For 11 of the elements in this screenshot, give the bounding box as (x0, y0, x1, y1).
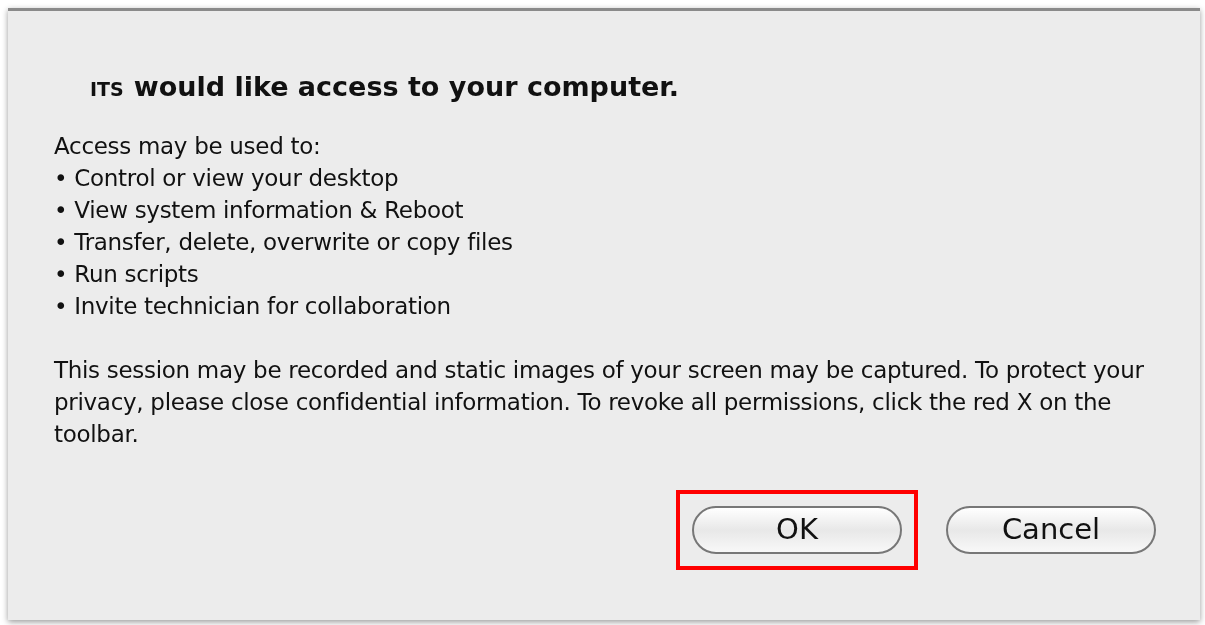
dialog-button[interactable]: Cancel (946, 505, 1156, 554)
dialog-button[interactable]: OK (692, 505, 902, 554)
bullet-item: • Invite technician for collaboration (54, 291, 452, 321)
app-name: ITS (90, 77, 124, 102)
notice-text: This session may be recorded and static images of your screen may be captured. To protect your privacy, please close confidential information. To revoke all permissions, click the red X on the toolbar. (54, 355, 1145, 449)
bullet-item: • View system information & Reboot (54, 195, 465, 225)
bullet-item: • Run scripts (54, 259, 200, 289)
bullet-item: • Control or view your desktop (54, 163, 400, 193)
intro-text: Access may be used to: (54, 131, 322, 161)
bullet-item: • Transfer, delete, overwrite or copy files (54, 227, 514, 257)
dialog-heading: would like access to your computer. (133, 70, 680, 104)
